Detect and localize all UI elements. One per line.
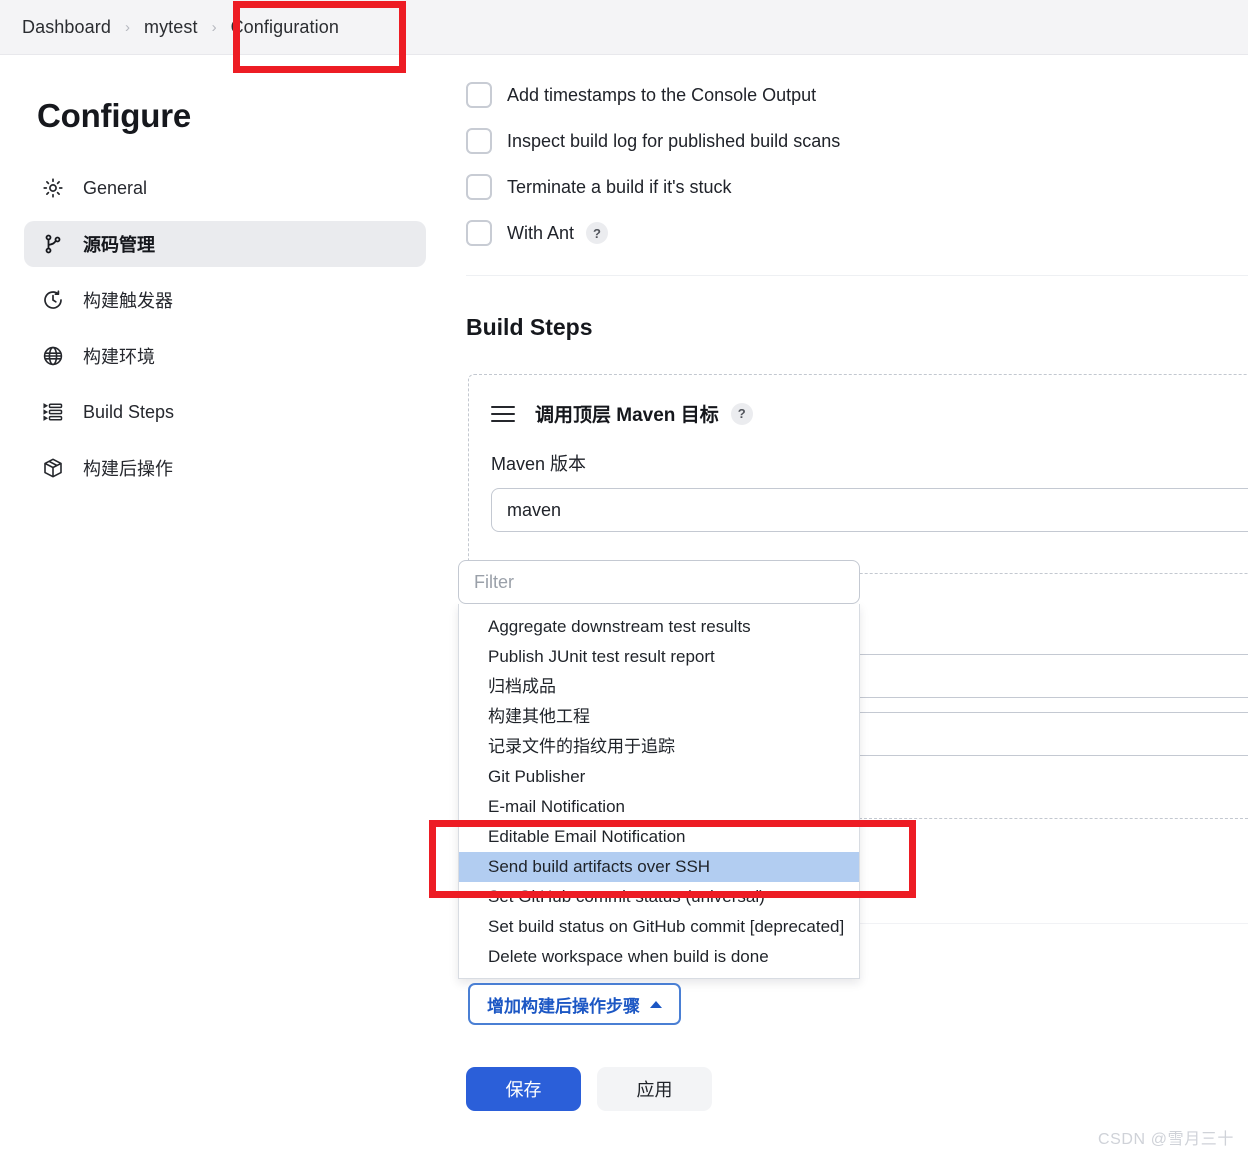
- globe-icon: [40, 343, 66, 369]
- sidebar-item-label: 源码管理: [83, 235, 155, 255]
- dropdown-item[interactable]: 归档成品: [459, 672, 859, 702]
- dropdown-item[interactable]: Editable Email Notification: [459, 822, 859, 852]
- build-step-panel: 调用顶层 Maven 目标 ? Maven 版本: [468, 374, 1248, 574]
- checkbox-label: Add timestamps to the Console Output: [507, 84, 817, 105]
- dropdown-item[interactable]: Publish JUnit test result report: [459, 642, 859, 672]
- sidebar: Configure General 源码管理 构建触发器 构建环境 Build …: [0, 56, 446, 1160]
- checkbox-label: With Ant: [507, 222, 575, 243]
- maven-version-label: Maven 版本: [491, 454, 587, 474]
- dropdown-item[interactable]: Aggregate downstream test results: [459, 612, 859, 642]
- save-button[interactable]: 保存: [466, 1067, 581, 1111]
- checkbox-row: With Ant ?: [446, 210, 1248, 256]
- sidebar-item-label: 构建后操作: [83, 459, 173, 479]
- help-icon[interactable]: ?: [586, 222, 609, 244]
- section-divider: [466, 275, 1248, 276]
- add-post-build-step-label: 增加构建后操作步骤: [487, 996, 640, 1016]
- dropdown-item[interactable]: Set build status on GitHub commit [depre…: [459, 912, 859, 942]
- breadcrumb-item-configuration[interactable]: Configuration: [231, 17, 339, 38]
- checkbox-row: Add timestamps to the Console Output: [446, 72, 1248, 118]
- clock-icon: [40, 287, 66, 313]
- breadcrumb: Dashboard › mytest › Configuration: [0, 0, 1248, 55]
- main-content: Add timestamps to the Console Output Ins…: [446, 56, 1248, 1160]
- help-icon[interactable]: ?: [730, 402, 753, 425]
- checkbox-row: Inspect build log for published build sc…: [446, 118, 1248, 164]
- watermark: CSDN @雪月三十: [1097, 1131, 1234, 1148]
- build-step-title: 调用顶层 Maven 目标: [535, 405, 719, 426]
- chevron-up-icon: [650, 1000, 662, 1008]
- apply-button[interactable]: 应用: [597, 1067, 712, 1111]
- sidebar-item-label: 构建环境: [83, 347, 155, 367]
- checkbox-label: Terminate a build if it's stuck: [507, 176, 732, 197]
- sidebar-item-post-build-actions[interactable]: 构建后操作: [24, 445, 426, 491]
- sidebar-item-build-steps[interactable]: Build Steps: [24, 389, 426, 435]
- checkbox-add-timestamps[interactable]: [466, 82, 492, 108]
- dropdown-item[interactable]: Delete workspace when build is done: [459, 942, 859, 972]
- page-title: Configure: [37, 97, 192, 134]
- dropdown-item-selected[interactable]: Send build artifacts over SSH: [459, 852, 859, 882]
- drag-handle-icon[interactable]: [491, 405, 515, 422]
- sidebar-item-build-environment[interactable]: 构建环境: [24, 333, 426, 379]
- branch-icon: [40, 231, 66, 257]
- gear-icon: [40, 175, 66, 201]
- breadcrumb-separator-icon: ›: [211, 18, 217, 36]
- dropdown-item[interactable]: Git Publisher: [459, 762, 859, 792]
- section-title-build-steps: Build Steps: [466, 314, 593, 340]
- sidebar-nav: General 源码管理 构建触发器 构建环境 Build Steps 构建后操…: [0, 165, 446, 491]
- list-steps-icon: [40, 399, 66, 425]
- filter-input[interactable]: [458, 560, 860, 604]
- post-build-action-dropdown: Aggregate downstream test results Publis…: [458, 604, 860, 979]
- sidebar-item-general[interactable]: General: [24, 165, 426, 211]
- add-post-build-step-button[interactable]: 增加构建后操作步骤: [468, 983, 681, 1025]
- form-footer: 保存 应用: [466, 1067, 712, 1111]
- dropdown-item[interactable]: 记录文件的指纹用于追踪: [459, 732, 859, 762]
- dropdown-item[interactable]: E-mail Notification: [459, 792, 859, 822]
- checkbox-label: Inspect build log for published build sc…: [507, 130, 841, 151]
- maven-version-input[interactable]: [491, 488, 1248, 532]
- sidebar-item-build-triggers[interactable]: 构建触发器: [24, 277, 426, 323]
- dropdown-item[interactable]: Set GitHub commit status (universal): [459, 882, 859, 912]
- sidebar-item-source-code-management[interactable]: 源码管理: [24, 221, 426, 267]
- checkbox-row: Terminate a build if it's stuck: [446, 164, 1248, 210]
- build-environment-checkbox-list: Add timestamps to the Console Output Ins…: [446, 56, 1248, 256]
- package-icon: [40, 455, 66, 481]
- checkbox-with-ant[interactable]: [466, 220, 492, 246]
- checkbox-terminate-stuck-build[interactable]: [466, 174, 492, 200]
- sidebar-item-label: 构建触发器: [83, 291, 173, 311]
- breadcrumb-item-dashboard[interactable]: Dashboard: [22, 17, 111, 38]
- sidebar-item-label: Build Steps: [83, 401, 175, 422]
- breadcrumb-item-mytest[interactable]: mytest: [144, 17, 198, 38]
- checkbox-inspect-build-log[interactable]: [466, 128, 492, 154]
- build-step-header: 调用顶层 Maven 目标 ?: [469, 375, 1248, 427]
- breadcrumb-separator-icon: ›: [124, 18, 130, 36]
- sidebar-item-label: General: [83, 177, 148, 198]
- dropdown-item[interactable]: 构建其他工程: [459, 702, 859, 732]
